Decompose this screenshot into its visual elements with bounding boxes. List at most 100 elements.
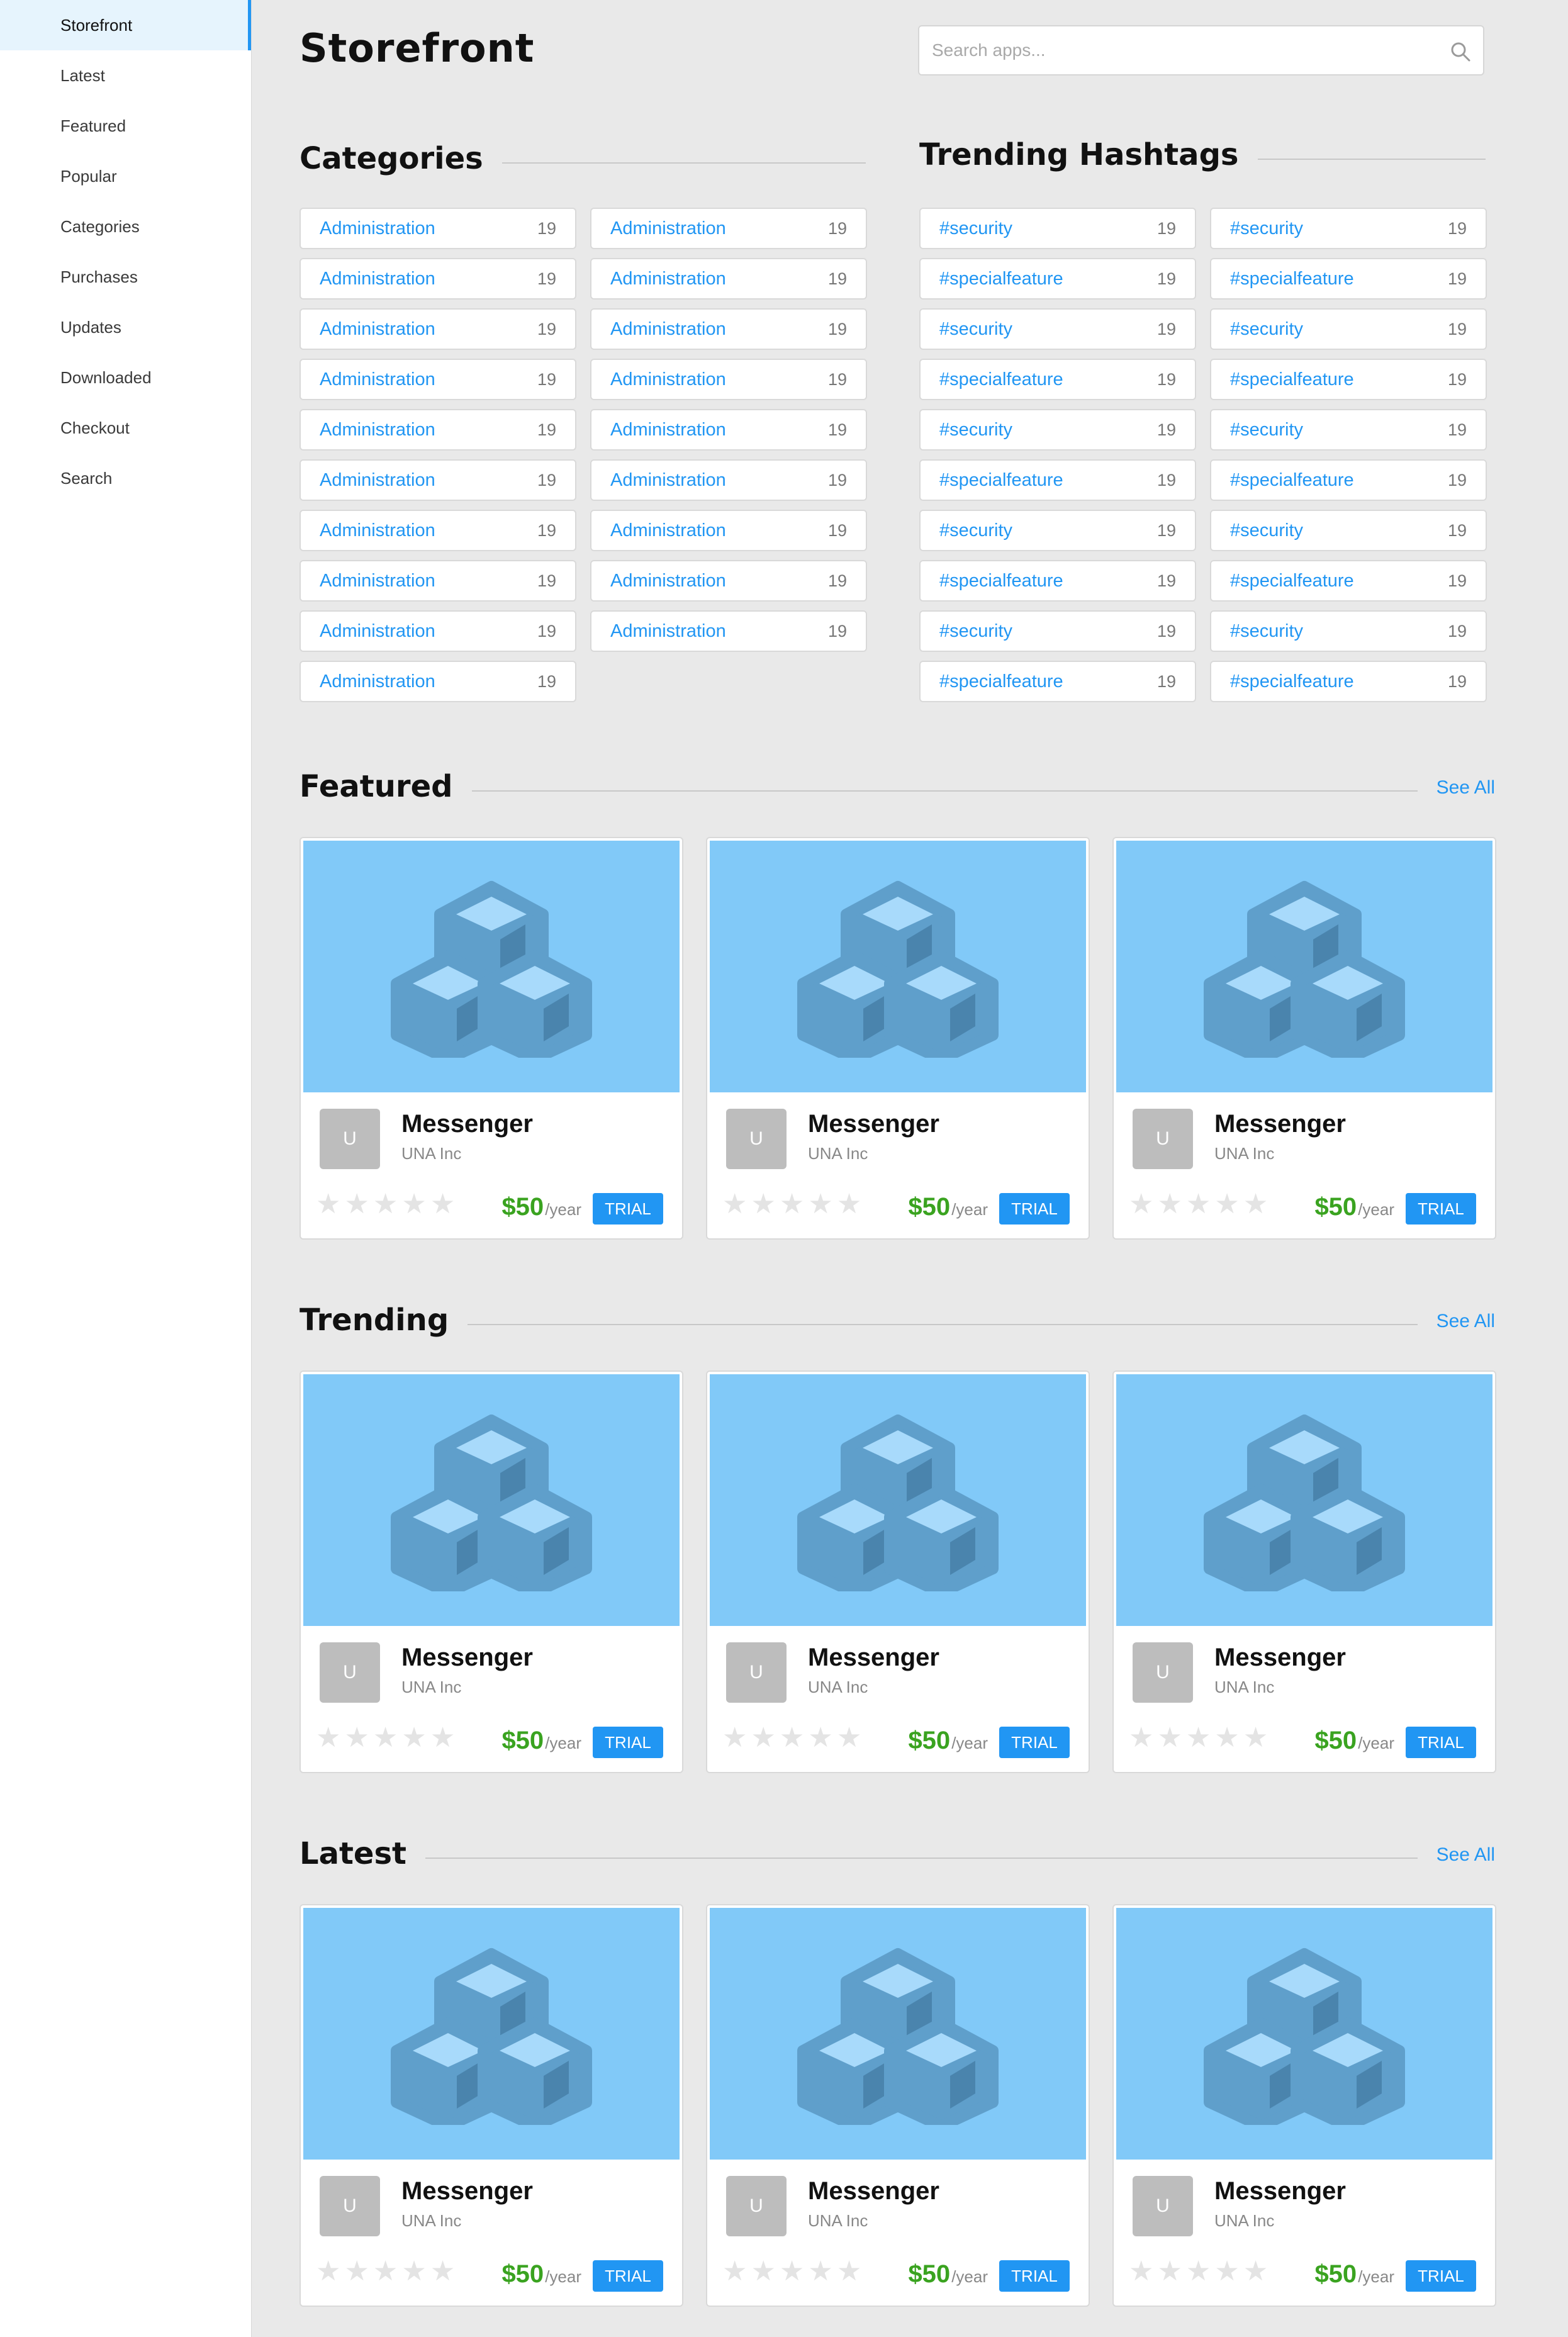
star-icon: ★: [779, 2256, 805, 2287]
category-count: 19: [537, 269, 556, 288]
hashtag-item[interactable]: #specialfeature 19: [1210, 359, 1487, 400]
vendor-avatar: U: [1133, 1109, 1193, 1169]
hashtag-item[interactable]: #specialfeature 19: [1210, 258, 1487, 300]
star-icon: ★: [808, 2256, 833, 2287]
category-item[interactable]: Administration 19: [300, 661, 576, 702]
category-item[interactable]: Administration 19: [590, 409, 867, 451]
hashtag-item[interactable]: #security 19: [919, 308, 1196, 350]
hashtag-item[interactable]: #security 19: [919, 510, 1196, 551]
search-input[interactable]: [932, 33, 1435, 68]
featured-see-all-link[interactable]: See All: [1436, 777, 1495, 799]
hashtag-item[interactable]: #security 19: [1210, 610, 1487, 652]
hashtag-count: 19: [1447, 218, 1467, 238]
star-icon: ★: [1185, 2256, 1211, 2287]
star-icon: ★: [751, 1722, 776, 1753]
hashtag-item[interactable]: #specialfeature 19: [1210, 560, 1487, 602]
category-item[interactable]: Administration 19: [590, 258, 867, 300]
hashtag-item[interactable]: #security 19: [1210, 409, 1487, 451]
star-icon: ★: [401, 1189, 427, 1219]
category-item[interactable]: Administration 19: [590, 510, 867, 551]
app-name: Messenger: [808, 1110, 939, 1138]
app-card[interactable]: U Messenger UNA Inc ★ ★ ★ ★ ★ $50/year TRIAL: [706, 837, 1090, 1240]
latest-see-all-link[interactable]: See All: [1436, 1844, 1495, 1866]
trending-heading: Trending See All: [300, 1303, 1495, 1338]
hashtag-item[interactable]: #security 19: [1210, 208, 1487, 249]
trial-badge[interactable]: TRIAL: [593, 1193, 663, 1225]
sidebar-item-purchases[interactable]: Purchases: [0, 252, 251, 302]
category-item[interactable]: Administration 19: [300, 610, 576, 652]
app-card[interactable]: U Messenger UNA Inc ★ ★ ★ ★ ★ $50/year TRIAL: [706, 1370, 1090, 1773]
trial-badge[interactable]: TRIAL: [1406, 1727, 1476, 1758]
category-item[interactable]: Administration 19: [300, 258, 576, 300]
category-item[interactable]: Administration 19: [300, 409, 576, 451]
trending-title: Trending: [300, 1303, 449, 1338]
star-icon: ★: [1157, 1722, 1182, 1753]
hashtag-item[interactable]: #specialfeature 19: [1210, 661, 1487, 702]
category-item[interactable]: Administration 19: [300, 510, 576, 551]
trial-badge[interactable]: TRIAL: [999, 1193, 1070, 1225]
sidebar-item-downloaded[interactable]: Downloaded: [0, 352, 251, 403]
hashtag-item[interactable]: #specialfeature 19: [1210, 459, 1487, 501]
sidebar-item-storefront[interactable]: Storefront: [0, 0, 251, 50]
sidebar-item-categories[interactable]: Categories: [0, 201, 251, 252]
app-card[interactable]: U Messenger UNA Inc ★ ★ ★ ★ ★ $50/year TRIAL: [706, 1904, 1090, 2307]
trial-badge[interactable]: TRIAL: [1406, 1193, 1476, 1225]
hashtag-item[interactable]: #security 19: [1210, 308, 1487, 350]
trending-see-all-link[interactable]: See All: [1436, 1311, 1495, 1332]
category-item[interactable]: Administration 19: [300, 560, 576, 602]
vendor-avatar: U: [320, 1109, 380, 1169]
app-card[interactable]: U Messenger UNA Inc ★ ★ ★ ★ ★ $50/year TRIAL: [300, 1904, 683, 2307]
trial-badge[interactable]: TRIAL: [999, 1727, 1070, 1758]
hashtag-item[interactable]: #specialfeature 19: [919, 459, 1196, 501]
hashtag-item[interactable]: #security 19: [919, 208, 1196, 249]
sidebar-item-latest[interactable]: Latest: [0, 50, 251, 101]
sidebar-item-checkout[interactable]: Checkout: [0, 403, 251, 453]
hashtag-count: 19: [1447, 621, 1467, 641]
cubes-icon: [797, 881, 999, 1058]
app-card[interactable]: U Messenger UNA Inc ★ ★ ★ ★ ★ $50/year TRIAL: [300, 1370, 683, 1773]
app-card[interactable]: U Messenger UNA Inc ★ ★ ★ ★ ★ $50/year TRIAL: [1112, 1370, 1496, 1773]
hashtag-item[interactable]: #security 19: [1210, 510, 1487, 551]
sidebar-item-featured[interactable]: Featured: [0, 101, 251, 151]
app-card[interactable]: U Messenger UNA Inc ★ ★ ★ ★ ★ $50/year TRIAL: [1112, 1904, 1496, 2307]
hashtag-count: 19: [1156, 319, 1176, 339]
category-item[interactable]: Administration 19: [590, 459, 867, 501]
app-vendor: UNA Inc: [1214, 1144, 1275, 1163]
sidebar-item-popular[interactable]: Popular: [0, 151, 251, 201]
hashtag-item[interactable]: #specialfeature 19: [919, 560, 1196, 602]
hashtag-count: 19: [1447, 369, 1467, 389]
rating-stars: ★ ★ ★ ★ ★: [316, 2258, 455, 2285]
hashtag-item[interactable]: #security 19: [919, 409, 1196, 451]
hashtag-item[interactable]: #specialfeature 19: [919, 359, 1196, 400]
featured-heading: Featured See All: [300, 769, 1495, 804]
category-label: Administration: [610, 369, 726, 390]
app-thumbnail: [1116, 1374, 1492, 1626]
category-item[interactable]: Administration 19: [300, 359, 576, 400]
category-item[interactable]: Administration 19: [590, 308, 867, 350]
trial-badge[interactable]: TRIAL: [593, 2260, 663, 2292]
sidebar-item-updates[interactable]: Updates: [0, 302, 251, 352]
search-box[interactable]: [918, 25, 1484, 76]
category-item[interactable]: Administration 19: [300, 208, 576, 249]
sidebar-item-search[interactable]: Search: [0, 453, 251, 503]
trial-badge[interactable]: TRIAL: [999, 2260, 1070, 2292]
category-item[interactable]: Administration 19: [590, 560, 867, 602]
hashtag-item[interactable]: #specialfeature 19: [919, 258, 1196, 300]
category-item[interactable]: Administration 19: [300, 459, 576, 501]
star-icon: ★: [1157, 2256, 1182, 2287]
hashtag-item[interactable]: #security 19: [919, 610, 1196, 652]
trial-badge[interactable]: TRIAL: [1406, 2260, 1476, 2292]
app-card[interactable]: U Messenger UNA Inc ★ ★ ★ ★ ★ $50/year TRIAL: [300, 837, 683, 1240]
trial-badge[interactable]: TRIAL: [593, 1727, 663, 1758]
hashtag-count: 19: [1156, 269, 1176, 288]
hashtag-count: 19: [1447, 269, 1467, 288]
search-icon[interactable]: [1449, 40, 1472, 63]
category-item[interactable]: Administration 19: [590, 359, 867, 400]
category-item[interactable]: Administration 19: [590, 208, 867, 249]
hashtag-item[interactable]: #specialfeature 19: [919, 661, 1196, 702]
category-item[interactable]: Administration 19: [590, 610, 867, 652]
app-card[interactable]: U Messenger UNA Inc ★ ★ ★ ★ ★ $50/year TRIAL: [1112, 837, 1496, 1240]
star-icon: ★: [1214, 2256, 1240, 2287]
category-item[interactable]: Administration 19: [300, 308, 576, 350]
price-period: /year: [545, 1200, 581, 1219]
